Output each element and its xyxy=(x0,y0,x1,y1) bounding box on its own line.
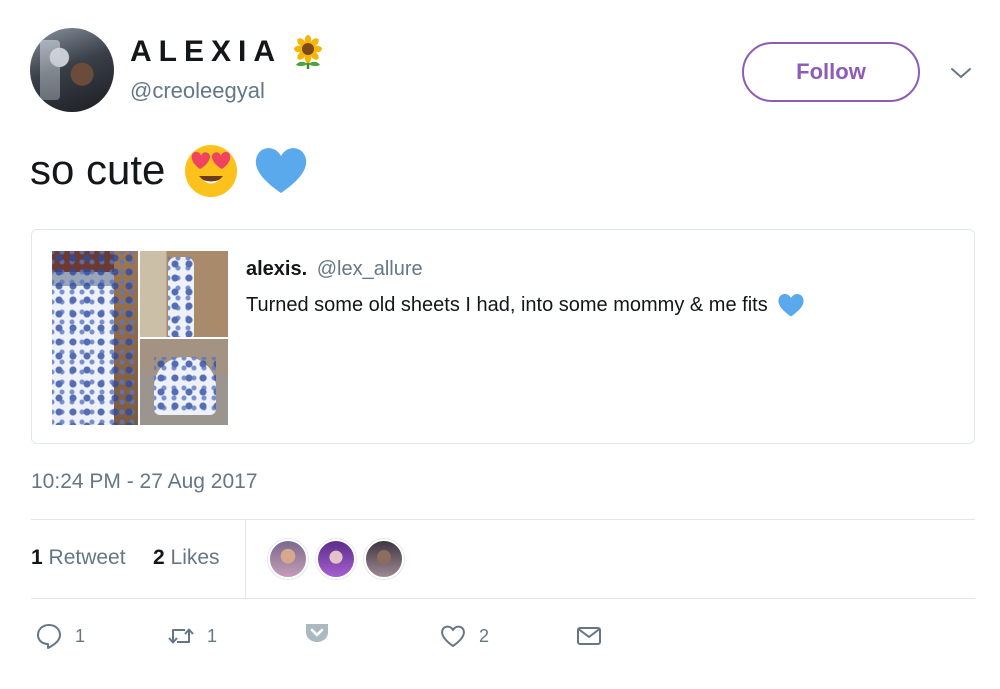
tweet-text: so cute xyxy=(30,140,311,200)
share-button[interactable] xyxy=(575,622,603,650)
reply-icon xyxy=(37,624,61,649)
liker-avatars xyxy=(268,539,404,579)
retweet-stat-count: 1 xyxy=(31,546,43,569)
reply-count: 1 xyxy=(75,625,86,646)
tweet-actions: 1 1 2 xyxy=(31,618,975,658)
divider xyxy=(31,598,975,599)
retweet-stat[interactable]: 1 Retweet xyxy=(31,546,126,570)
liker-avatar[interactable] xyxy=(268,539,308,579)
tweet-stats: 1 Retweet 2 Likes xyxy=(31,520,975,598)
stats-separator xyxy=(245,520,246,598)
quoted-photo-1[interactable] xyxy=(52,251,138,425)
retweet-icon xyxy=(168,628,194,644)
sunflower-emoji-icon xyxy=(294,35,323,69)
quoted-author-name: alexis. xyxy=(246,258,308,280)
photo-figure xyxy=(168,257,194,337)
quoted-tweet-text: Turned some old sheets I had, into some … xyxy=(246,290,806,320)
photo-pattern xyxy=(52,251,138,425)
retweet-stat-label: Retweet xyxy=(48,546,126,569)
reply-button[interactable]: 1 xyxy=(35,622,85,650)
tweet-text-content: so cute xyxy=(30,146,166,193)
tweet-header: ALEXIA @creoleegyal Follow xyxy=(30,28,980,118)
quoted-author-handle: @lex_allure xyxy=(316,258,423,280)
quoted-tweet-card[interactable]: alexis. @lex_allure Turned some old shee… xyxy=(31,229,975,444)
quoted-photo-3[interactable] xyxy=(140,339,228,425)
retweet-action-count: 1 xyxy=(207,625,218,646)
retweet-button[interactable]: 1 xyxy=(167,622,217,650)
blue-heart-emoji-icon xyxy=(778,294,804,317)
quoted-tweet-media[interactable] xyxy=(52,251,228,425)
follow-button[interactable]: Follow xyxy=(742,42,920,102)
blue-heart-emoji-icon xyxy=(256,148,307,193)
pocket-icon xyxy=(306,624,328,642)
liker-avatar[interactable] xyxy=(364,539,404,579)
quoted-photo-2[interactable] xyxy=(140,251,228,337)
tweet-timestamp[interactable]: 10:24 PM - 27 Aug 2017 xyxy=(31,470,258,494)
author-avatar[interactable] xyxy=(30,28,114,112)
photo-pattern xyxy=(168,257,194,337)
liker-avatar[interactable] xyxy=(316,539,356,579)
quoted-tweet-text-content: Turned some old sheets I had, into some … xyxy=(246,293,768,316)
like-action-count: 2 xyxy=(479,625,490,646)
heart-eyes-emoji-icon xyxy=(185,145,238,197)
photo-pattern xyxy=(154,357,216,415)
heart-icon xyxy=(441,625,465,647)
author-handle[interactable]: @creoleegyal xyxy=(130,78,265,104)
likes-stat-label: Likes xyxy=(170,546,220,569)
envelope-icon xyxy=(577,627,601,645)
photo-figure xyxy=(154,357,216,415)
likes-stat-count: 2 xyxy=(153,546,165,569)
chevron-down-icon[interactable] xyxy=(948,64,974,82)
author-display-name[interactable]: ALEXIA xyxy=(130,35,282,69)
author-name-row[interactable]: ALEXIA xyxy=(130,34,326,70)
direct-message-button[interactable] xyxy=(303,620,331,648)
like-button[interactable]: 2 xyxy=(439,622,489,650)
quoted-author[interactable]: alexis. @lex_allure xyxy=(246,258,423,281)
likes-stat[interactable]: 2 Likes xyxy=(153,546,220,570)
